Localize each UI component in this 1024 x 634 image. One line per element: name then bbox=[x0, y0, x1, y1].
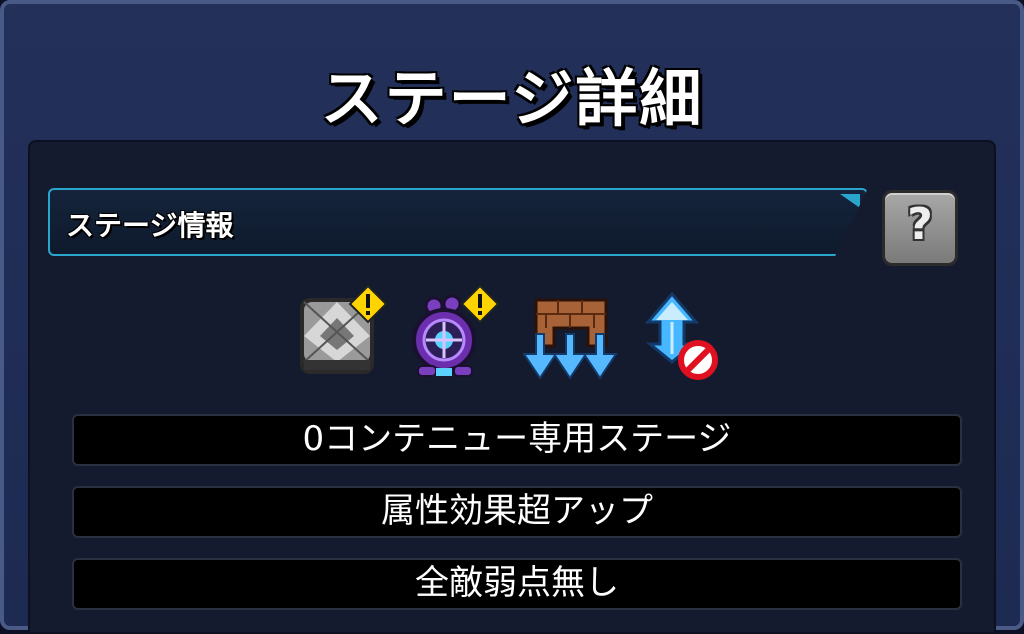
warning-icon bbox=[348, 284, 388, 324]
speed-up-prohibited-icon[interactable] bbox=[632, 288, 732, 388]
stage-info-label: ステージ情報 bbox=[66, 209, 234, 242]
question-icon: ? bbox=[907, 199, 933, 250]
block-downward-icon[interactable] bbox=[518, 288, 618, 388]
page-title: ステージ詳細 bbox=[320, 62, 704, 135]
gimmick-icon-row bbox=[296, 284, 736, 388]
stage-rule-row: 属性効果超アップ bbox=[72, 486, 962, 538]
gravity-barrier-icon[interactable] bbox=[408, 284, 508, 388]
bar-corner-decoration bbox=[840, 194, 860, 208]
damage-wall-icon[interactable] bbox=[296, 284, 396, 388]
frame-corner bbox=[991, 4, 1020, 33]
stage-rule-row: 全敵弱点無し bbox=[72, 558, 962, 610]
stage-rule-row: 0コンテニュー専用ステージ bbox=[72, 414, 962, 466]
warning-icon bbox=[460, 284, 500, 324]
help-button[interactable]: ? bbox=[882, 190, 958, 266]
frame-corner bbox=[4, 4, 33, 33]
